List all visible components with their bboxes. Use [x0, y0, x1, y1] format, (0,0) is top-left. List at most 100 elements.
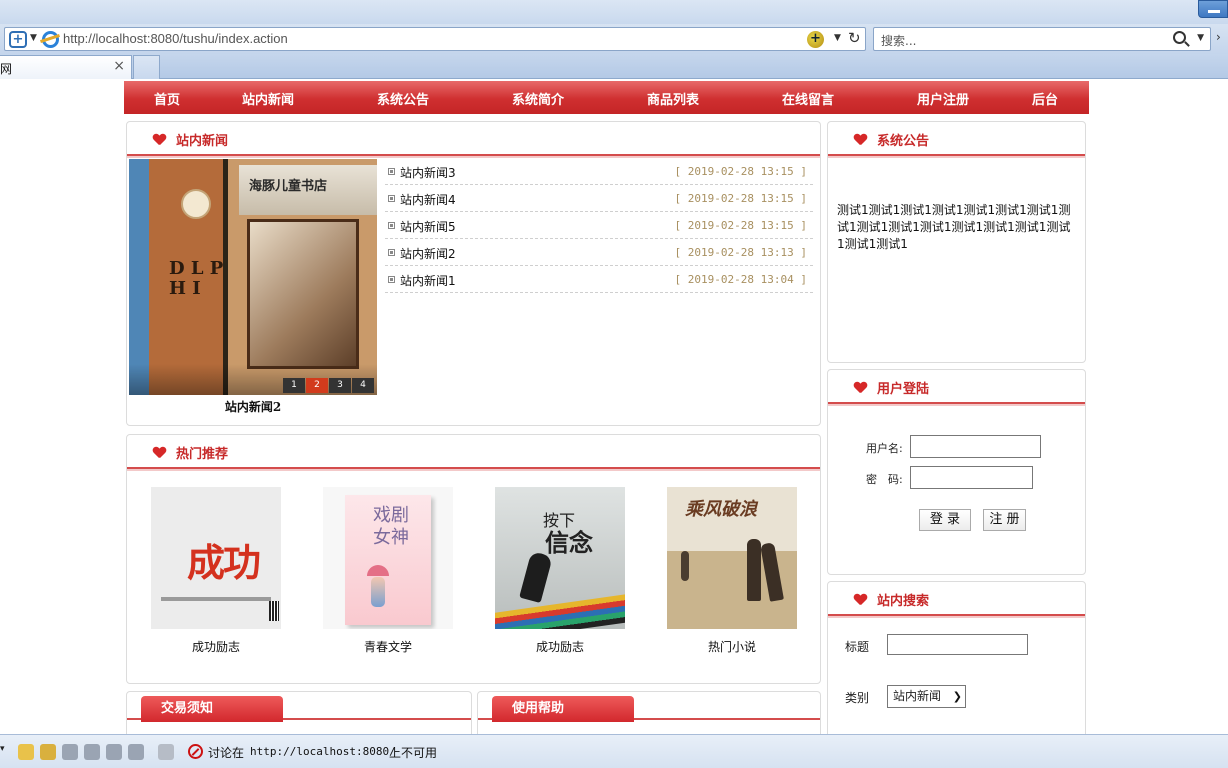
chevron-down-icon[interactable]: ▼: [30, 33, 37, 43]
search-icon[interactable]: [1173, 31, 1186, 44]
chevron-down-icon: ❯: [952, 690, 962, 703]
status-bar: ▾ 讨论在 http://localhost:8080/ 上不可用: [0, 734, 1228, 768]
login-button[interactable]: 登 录: [919, 509, 971, 531]
login-panel: 用户登陆 用户名: 密 码: 登 录 注 册: [827, 369, 1086, 575]
chevron-down-icon[interactable]: ▾: [0, 744, 5, 754]
title-label: 标题: [845, 640, 870, 654]
nav-user-register[interactable]: 用户注册: [917, 89, 969, 108]
book-cover[interactable]: 按下 信念: [495, 487, 625, 629]
slide-page-2[interactable]: 2: [306, 378, 328, 393]
chevron-down-icon[interactable]: ▼: [1197, 33, 1204, 43]
slide-page-4[interactable]: 4: [352, 378, 374, 393]
news-date: [ 2019-02-28 13:15 ]: [674, 165, 807, 178]
username-input[interactable]: [910, 435, 1041, 458]
news-panel: 站内新闻 海豚儿童书店 D L P H I 1 2 3 4 站内新闻2 站内新闻…: [126, 121, 821, 426]
store-logo: [181, 189, 211, 219]
minimize-button[interactable]: [1198, 0, 1228, 18]
slideshow-caption[interactable]: 站内新闻2: [129, 398, 377, 415]
news-item[interactable]: 站内新闻5 [ 2019-02-28 13:15 ]: [385, 212, 813, 239]
store-entrance: [247, 219, 359, 369]
news-title[interactable]: 站内新闻4: [400, 191, 456, 208]
book-label[interactable]: 成功励志: [151, 638, 281, 655]
qr-code-icon: [269, 601, 279, 621]
news-date: [ 2019-02-28 13:15 ]: [674, 192, 807, 205]
panel-title: 热门推荐: [176, 447, 229, 462]
news-item[interactable]: 站内新闻3 [ 2019-02-28 13:15 ]: [385, 158, 813, 185]
toolbar-overflow-icon[interactable]: ›: [1216, 30, 1221, 44]
browser-tab[interactable]: 书网 ×: [0, 55, 132, 79]
search-panel: 站内搜索 标题 类别 站内新闻 ❯: [827, 581, 1086, 734]
tab-title: 书网: [0, 62, 13, 76]
trade-notice-panel: 交易须知: [126, 691, 472, 734]
book-cover[interactable]: 戏剧女神: [323, 487, 453, 629]
bullet-icon: [388, 276, 395, 283]
category-select[interactable]: 站内新闻 ❯: [887, 685, 966, 708]
category-value: 站内新闻: [893, 689, 942, 703]
cover-title: 成功: [187, 540, 261, 585]
news-title[interactable]: 站内新闻3: [400, 164, 456, 181]
runner-figure: [519, 550, 553, 604]
browser-search-input[interactable]: 搜索... ▼: [873, 27, 1211, 51]
cover-title: 信念: [545, 529, 593, 557]
tab-help[interactable]: 使用帮助: [492, 696, 634, 722]
bullet-icon: [388, 222, 395, 229]
tool-icon[interactable]: [84, 744, 100, 760]
print-icon[interactable]: [158, 744, 174, 760]
nav-home[interactable]: 首页: [154, 89, 180, 108]
tool-icon[interactable]: [62, 744, 78, 760]
bullet-icon: [388, 249, 395, 256]
bullet-icon: [388, 195, 395, 202]
book-label[interactable]: 热门小说: [667, 638, 797, 655]
title-search-input[interactable]: [887, 634, 1028, 655]
tool-icon[interactable]: [106, 744, 122, 760]
notice-text: 测试1测试1测试1测试1测试1测试1测试1测试1测试1测试1测试1测试1测试1测…: [837, 203, 1071, 251]
news-title[interactable]: 站内新闻5: [400, 218, 456, 235]
password-input[interactable]: [910, 466, 1033, 489]
cover-figure: [371, 577, 385, 607]
bookmark-icon[interactable]: [40, 744, 56, 760]
book-label[interactable]: 青春文学: [323, 638, 453, 655]
bullet-icon: [388, 168, 395, 175]
news-item[interactable]: 站内新闻2 [ 2019-02-28 13:13 ]: [385, 239, 813, 266]
tab-trade-notice[interactable]: 交易须知: [141, 696, 283, 722]
ie-page-icon: [42, 31, 59, 48]
refresh-icon[interactable]: ↻: [848, 29, 861, 47]
new-tab-button[interactable]: [133, 55, 160, 79]
nav-admin[interactable]: 后台: [1032, 89, 1058, 108]
tabbar: 使用帮助: [478, 692, 820, 722]
cover-stripes: [495, 592, 625, 629]
heart-icon: [854, 594, 866, 605]
panel-title: 系统公告: [877, 134, 930, 149]
help-panel: 使用帮助: [477, 691, 821, 734]
tabbar: 交易须知: [127, 692, 471, 722]
favorites-icon[interactable]: [18, 744, 34, 760]
nav-system-notice[interactable]: 系统公告: [377, 89, 429, 108]
news-title[interactable]: 站内新闻1: [400, 272, 456, 289]
cover-fineprint: [161, 597, 271, 601]
slide-page-3[interactable]: 3: [329, 378, 351, 393]
nav-online-message[interactable]: 在线留言: [782, 89, 834, 108]
nav-system-intro[interactable]: 系统简介: [512, 89, 564, 108]
panel-title: 站内新闻: [176, 134, 229, 149]
go-icon[interactable]: +: [807, 31, 824, 48]
book-cover[interactable]: 成功: [151, 487, 281, 629]
news-slideshow[interactable]: 海豚儿童书店 D L P H I 1 2 3 4: [129, 159, 377, 395]
chevron-down-icon[interactable]: ▼: [834, 33, 841, 43]
nav-site-news[interactable]: 站内新闻: [242, 89, 294, 108]
panel-header: 站内搜索: [828, 582, 1085, 616]
slide-page-1[interactable]: 1: [283, 378, 305, 393]
news-item[interactable]: 站内新闻4 [ 2019-02-28 13:15 ]: [385, 185, 813, 212]
address-bar[interactable]: + ▼ http://localhost:8080/tushu/index.ac…: [4, 27, 866, 51]
news-title[interactable]: 站内新闻2: [400, 245, 456, 262]
book-cover[interactable]: 乘风破浪: [667, 487, 797, 629]
back-shield-icon[interactable]: +: [9, 31, 27, 48]
book-label[interactable]: 成功励志: [495, 638, 625, 655]
close-icon[interactable]: ×: [113, 58, 125, 74]
tool-icon[interactable]: [128, 744, 144, 760]
url-text[interactable]: http://localhost:8080/tushu/index.action: [63, 31, 288, 46]
nav-product-list[interactable]: 商品列表: [647, 89, 699, 108]
heart-icon: [153, 134, 165, 145]
search-placeholder: 搜索...: [881, 34, 917, 48]
register-button[interactable]: 注 册: [983, 509, 1026, 531]
news-item[interactable]: 站内新闻1 [ 2019-02-28 13:04 ]: [385, 266, 813, 293]
